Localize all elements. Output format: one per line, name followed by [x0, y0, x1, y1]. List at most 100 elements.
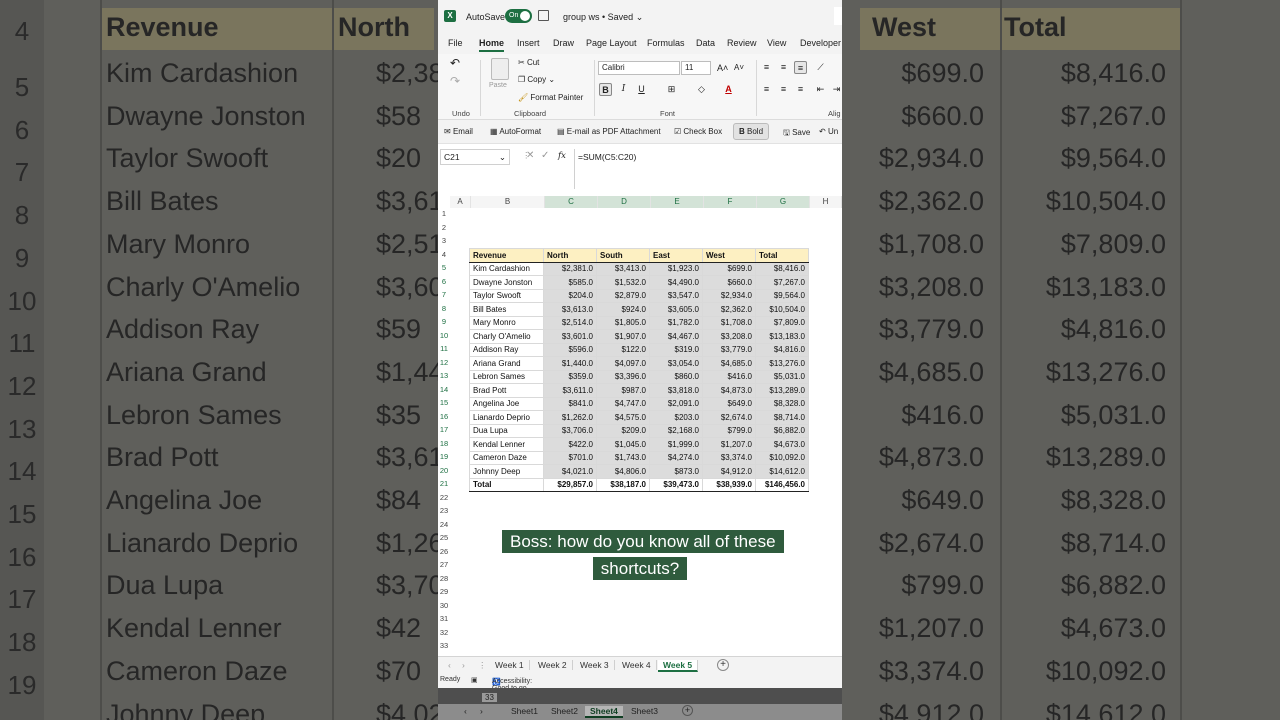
value-cell[interactable]: $4,097.0	[596, 356, 650, 371]
value-cell[interactable]: $2,168.0	[649, 423, 703, 438]
value-cell[interactable]: $4,816.0	[755, 342, 809, 357]
value-cell[interactable]: $1,440.0	[543, 356, 597, 371]
save-icon[interactable]	[538, 10, 549, 21]
redo-icon[interactable]: ↷	[450, 74, 460, 88]
row-header[interactable]: 2	[438, 223, 450, 232]
qat-email-pdf[interactable]: ▤ E-mail as PDF Attachment	[557, 127, 661, 136]
tab-review[interactable]: Review	[727, 38, 757, 48]
row-header[interactable]: 14	[438, 385, 450, 394]
value-cell[interactable]: $1,708.0	[702, 315, 756, 330]
value-cell[interactable]: $2,934.0	[702, 288, 756, 303]
value-cell[interactable]: $122.0	[596, 342, 650, 357]
row-header[interactable]: 30	[438, 601, 450, 610]
add-sheet-icon[interactable]: +	[717, 659, 729, 671]
qat-save[interactable]: 🖫 Save	[783, 127, 810, 141]
qat-bold[interactable]: B Bold	[733, 123, 770, 140]
tab-page-layout[interactable]: Page Layout	[586, 38, 637, 48]
align-top-icon[interactable]: ≡	[760, 61, 773, 74]
name-cell[interactable]: Ariana Grand	[469, 356, 544, 371]
lower-tab-sheet4[interactable]: Sheet4	[585, 706, 623, 718]
indent-icon[interactable]: ⇤	[814, 83, 827, 96]
value-cell[interactable]: $1,207.0	[702, 437, 756, 452]
row-header[interactable]: 26	[438, 547, 450, 556]
value-cell[interactable]: $3,605.0	[649, 302, 703, 317]
value-cell[interactable]: $4,467.0	[649, 329, 703, 344]
add-sheet-icon[interactable]: +	[682, 705, 693, 716]
value-cell[interactable]: $10,092.0	[755, 450, 809, 465]
value-cell[interactable]: $2,674.0	[702, 410, 756, 425]
name-cell[interactable]: Kendal Lenner	[469, 437, 544, 452]
enter-icon[interactable]: ✓	[541, 150, 549, 161]
value-cell[interactable]: $13,183.0	[755, 329, 809, 344]
value-cell[interactable]: $13,276.0	[755, 356, 809, 371]
qat-email[interactable]: ✉ Email	[444, 127, 473, 136]
prev-sheet-icon[interactable]: ‹	[448, 660, 451, 670]
lower-tab-sheet1[interactable]: Sheet1	[506, 706, 543, 716]
row-header[interactable]: 18	[438, 439, 450, 448]
value-cell[interactable]: $924.0	[596, 302, 650, 317]
row-header[interactable]: 17	[438, 425, 450, 434]
align-middle-icon[interactable]: ≡	[777, 61, 790, 74]
value-cell[interactable]: $7,267.0	[755, 275, 809, 290]
column-header-f[interactable]: F	[704, 196, 757, 208]
header-cell[interactable]: Total	[755, 248, 809, 263]
value-cell[interactable]: $4,747.0	[596, 396, 650, 411]
sheet-tab-week-5[interactable]: Week 5	[658, 660, 699, 672]
value-cell[interactable]: $3,779.0	[702, 342, 756, 357]
row-header[interactable]: 13	[438, 371, 450, 380]
value-cell[interactable]: $204.0	[543, 288, 597, 303]
name-cell[interactable]: Dwayne Jonston	[469, 275, 544, 290]
value-cell[interactable]: $1,999.0	[649, 437, 703, 452]
value-cell[interactable]: $660.0	[702, 275, 756, 290]
value-cell[interactable]: $873.0	[649, 464, 703, 479]
value-cell[interactable]: $8,416.0	[755, 261, 809, 276]
tab-developer[interactable]: Developer	[800, 38, 841, 48]
total-cell[interactable]: $29,857.0	[543, 477, 597, 492]
row-header[interactable]: 25	[438, 533, 450, 542]
value-cell[interactable]: $3,374.0	[702, 450, 756, 465]
value-cell[interactable]: $699.0	[702, 261, 756, 276]
value-cell[interactable]: $2,362.0	[702, 302, 756, 317]
font-name-select[interactable]: Calibri	[598, 61, 680, 75]
value-cell[interactable]: $596.0	[543, 342, 597, 357]
value-cell[interactable]: $1,743.0	[596, 450, 650, 465]
tab-home[interactable]: Home	[479, 38, 505, 52]
autosave-toggle[interactable]: On	[505, 9, 532, 23]
format-painter-button[interactable]: 🖌 Format Painter	[518, 93, 583, 102]
font-size-select[interactable]: 11	[681, 61, 711, 75]
document-title[interactable]: group ws • Saved ⌄	[563, 12, 643, 23]
qat-check-box[interactable]: ☑ Check Box	[674, 127, 722, 136]
next-sheet-icon[interactable]: ›	[462, 660, 465, 670]
header-cell[interactable]: East	[649, 248, 703, 263]
align-left-icon[interactable]: ≡	[760, 83, 773, 96]
value-cell[interactable]: $1,907.0	[596, 329, 650, 344]
name-cell[interactable]: Cameron Daze	[469, 450, 544, 465]
total-cell[interactable]: $38,187.0	[596, 477, 650, 492]
align-right-icon[interactable]: ≡	[794, 83, 807, 96]
row-header[interactable]: 3	[438, 236, 450, 245]
value-cell[interactable]: $6,882.0	[755, 423, 809, 438]
row-header[interactable]: 1	[438, 209, 450, 218]
column-header-a[interactable]: A	[450, 196, 471, 208]
value-cell[interactable]: $3,818.0	[649, 383, 703, 398]
sheet-tab-week-3[interactable]: Week 3	[575, 660, 615, 670]
value-cell[interactable]: $209.0	[596, 423, 650, 438]
bold-button[interactable]: B	[599, 83, 612, 96]
value-cell[interactable]: $1,045.0	[596, 437, 650, 452]
sheet-tab-week-1[interactable]: Week 1	[490, 660, 530, 670]
font-color-icon[interactable]: A	[722, 83, 735, 96]
name-cell[interactable]: Mary Monro	[469, 315, 544, 330]
value-cell[interactable]: $3,706.0	[543, 423, 597, 438]
name-cell[interactable]: Bill Bates	[469, 302, 544, 317]
total-cell[interactable]: $38,939.0	[702, 477, 756, 492]
value-cell[interactable]: $2,091.0	[649, 396, 703, 411]
tab-data[interactable]: Data	[696, 38, 715, 48]
row-header[interactable]: 28	[438, 574, 450, 583]
value-cell[interactable]: $3,396.0	[596, 369, 650, 384]
row-header[interactable]: 5	[438, 263, 450, 272]
header-cell[interactable]: South	[596, 248, 650, 263]
tab-file[interactable]: File	[448, 38, 463, 48]
more-sheets-icon[interactable]: ⋮	[478, 660, 487, 671]
value-cell[interactable]: $422.0	[543, 437, 597, 452]
next-sheet-icon[interactable]: ›	[480, 706, 483, 716]
